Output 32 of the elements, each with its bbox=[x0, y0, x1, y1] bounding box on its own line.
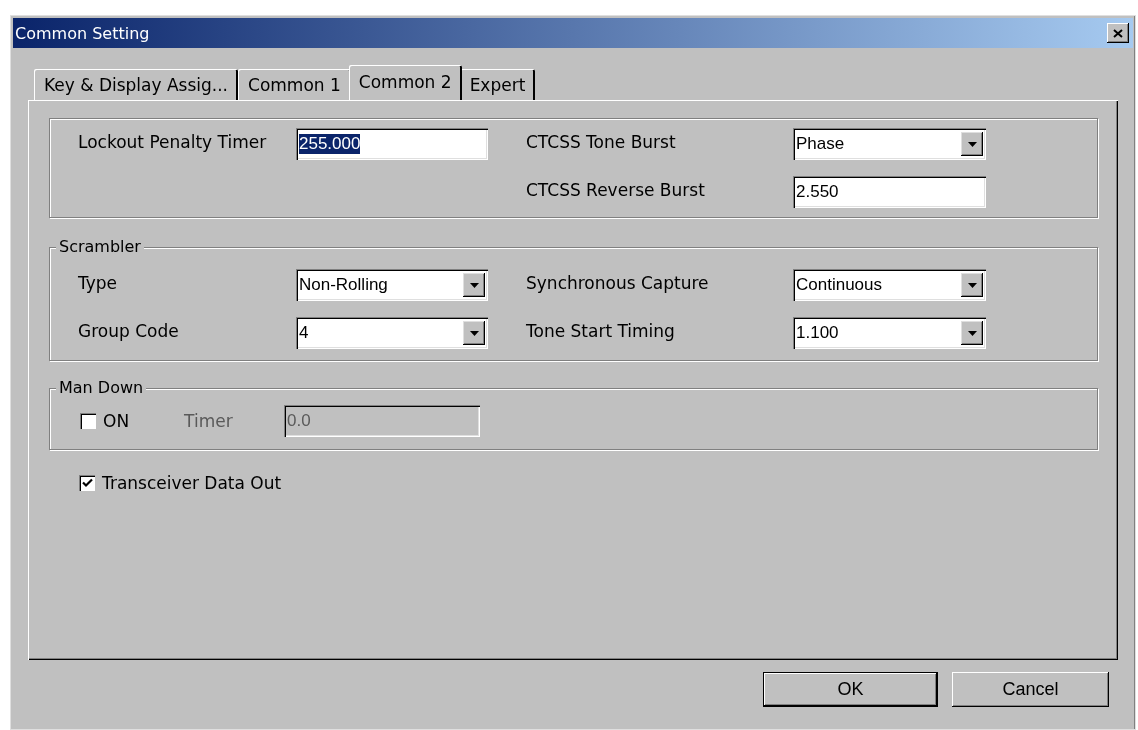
tab[interactable]: Common 2 bbox=[348, 65, 462, 100]
dropdown-arrow-icon bbox=[469, 282, 479, 288]
checkbox[interactable]: Transceiver Data Out bbox=[79, 473, 1098, 493]
dialog-button[interactable]: OK bbox=[763, 672, 938, 707]
field-label: Timer bbox=[184, 411, 234, 431]
text-field[interactable]: 2.550 bbox=[793, 176, 986, 208]
text-field[interactable]: 255.000 bbox=[296, 128, 488, 160]
field-label: Synchronous Capture bbox=[525, 272, 710, 293]
checkbox[interactable]: ON bbox=[80, 411, 130, 431]
window-title: Common Setting bbox=[15, 23, 150, 43]
dropdown[interactable]: Phase bbox=[793, 128, 986, 160]
dropdown[interactable]: 4 bbox=[296, 317, 488, 349]
field-label: Group Code bbox=[77, 320, 180, 341]
dropdown[interactable]: 1.100 bbox=[793, 317, 986, 349]
dropdown-arrow-icon bbox=[967, 141, 977, 147]
field-label: CTCSS Tone Burst bbox=[525, 131, 677, 152]
tab[interactable]: Common 1 bbox=[238, 69, 351, 100]
close-button[interactable] bbox=[1107, 23, 1129, 43]
dropdown[interactable]: Continuous bbox=[793, 269, 986, 301]
field-label: Type bbox=[77, 272, 119, 293]
dropdown[interactable]: Non-Rolling bbox=[296, 269, 488, 301]
field-label: Lockout Penalty Timer bbox=[77, 131, 268, 152]
dropdown-arrow-icon bbox=[967, 282, 977, 288]
dropdown-arrow-icon bbox=[967, 330, 977, 336]
tab[interactable]: Key & Display Assig... bbox=[34, 69, 239, 100]
check-icon bbox=[81, 478, 93, 488]
field-label: CTCSS Reverse Burst bbox=[525, 179, 706, 200]
close-icon bbox=[1113, 28, 1123, 38]
tab[interactable]: Expert bbox=[459, 69, 536, 100]
dropdown-arrow-icon bbox=[469, 330, 479, 336]
dialog-button[interactable]: Cancel bbox=[952, 672, 1109, 707]
field-label: Tone Start Timing bbox=[525, 320, 676, 341]
